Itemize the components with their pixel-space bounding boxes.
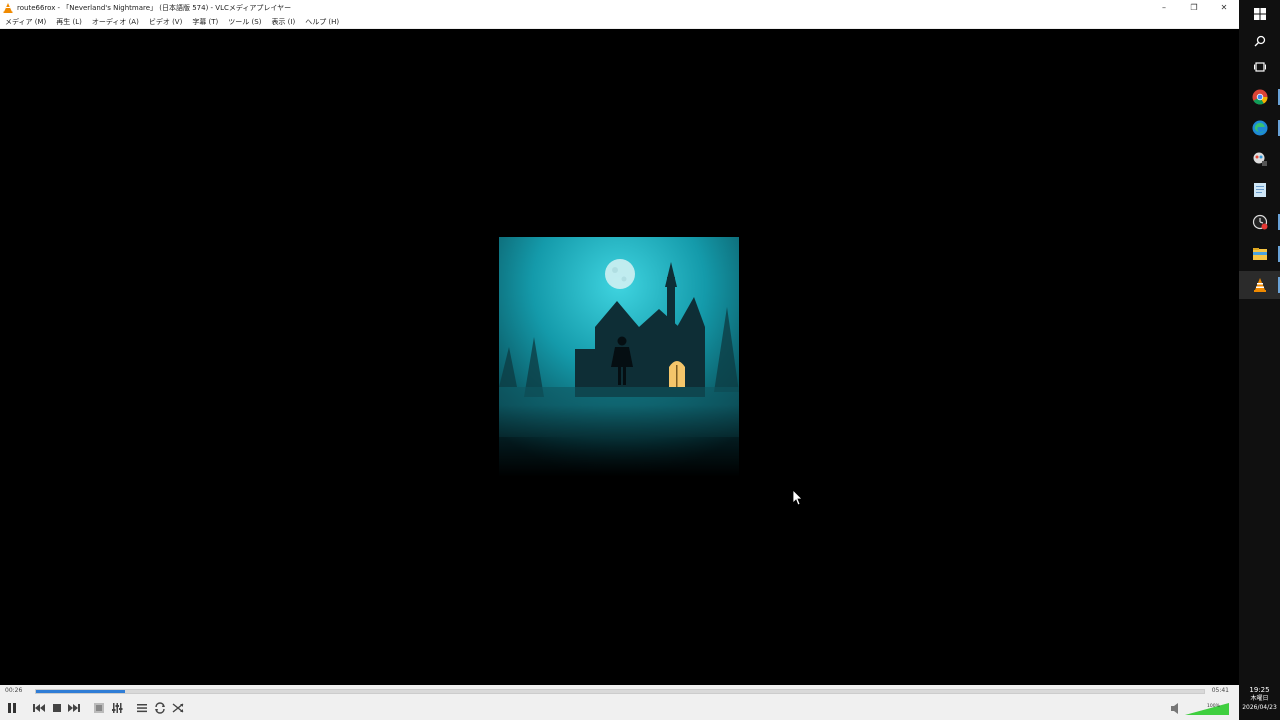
restore-button[interactable]: ❐	[1179, 0, 1209, 15]
pause-button[interactable]	[4, 700, 20, 716]
start-button[interactable]	[1239, 0, 1280, 28]
clock-app-icon	[1252, 214, 1267, 230]
menu-help[interactable]: ヘルプ (H)	[300, 17, 344, 27]
title-bar[interactable]: route66rox - 「Neverland's Nightmare」 (日本…	[0, 0, 1239, 15]
shuffle-button[interactable]	[170, 700, 186, 716]
taskbar-search[interactable]	[1239, 27, 1280, 55]
window-title: route66rox - 「Neverland's Nightmare」 (日本…	[17, 3, 292, 12]
prev-icon	[33, 704, 45, 712]
app-icon	[1253, 152, 1267, 166]
shuffle-icon	[172, 703, 184, 713]
windows-start-icon	[1253, 8, 1266, 20]
stop-button[interactable]	[49, 700, 65, 716]
menu-subtitle[interactable]: 字幕 (T)	[187, 17, 223, 27]
next-button[interactable]	[66, 700, 82, 716]
previous-button[interactable]	[31, 700, 47, 716]
video-area[interactable]	[0, 30, 1239, 685]
seek-row: 00:26 05:41	[0, 685, 1239, 697]
current-time: 00:26	[5, 687, 23, 694]
menu-bar: メディア (M) 再生 (L) オーディオ (A) ビデオ (V) 字幕 (T)…	[0, 15, 1239, 29]
stop-icon	[53, 704, 61, 712]
playlist-button[interactable]	[134, 700, 150, 716]
menu-tools[interactable]: ツール (S)	[223, 17, 266, 27]
taskbar-notepad[interactable]	[1239, 176, 1280, 204]
extended-settings-button[interactable]	[109, 700, 125, 716]
taskbar-vlc[interactable]	[1239, 271, 1280, 299]
edge-icon	[1252, 120, 1267, 136]
fullscreen-button[interactable]	[91, 700, 107, 716]
window-controls: – ❐ ✕	[1149, 0, 1239, 15]
taskbar-clock-app[interactable]	[1239, 208, 1280, 236]
search-icon	[1254, 35, 1265, 47]
volume-control[interactable]: 100%	[1171, 701, 1231, 716]
menu-playback[interactable]: 再生 (L)	[51, 17, 87, 27]
taskbar-explorer[interactable]	[1239, 240, 1280, 268]
clock-time: 19:25	[1249, 686, 1270, 694]
total-time: 05:41	[1211, 687, 1229, 694]
volume-percent: 100%	[1207, 703, 1221, 709]
clock-date: 2026/04/23	[1242, 704, 1277, 711]
menu-audio[interactable]: オーディオ (A)	[87, 17, 144, 27]
extended-settings-icon	[112, 703, 123, 713]
chrome-icon	[1252, 89, 1268, 105]
vlc-icon	[3, 2, 13, 13]
task-view-icon	[1253, 62, 1266, 72]
fullscreen-icon	[94, 703, 104, 713]
playlist-icon	[137, 704, 147, 713]
vlc-window: route66rox - 「Neverland's Nightmare」 (日本…	[0, 0, 1239, 720]
taskbar-edge[interactable]	[1239, 114, 1280, 142]
album-art	[499, 237, 739, 477]
seek-bar[interactable]	[35, 689, 1205, 694]
close-button[interactable]: ✕	[1209, 0, 1239, 15]
control-bar: 100%	[0, 697, 1239, 720]
taskbar: 19:25 木曜日 2026/04/23	[1239, 0, 1280, 720]
system-clock[interactable]: 19:25 木曜日 2026/04/23	[1239, 686, 1280, 712]
loop-button[interactable]	[152, 700, 168, 716]
taskbar-chrome[interactable]	[1239, 83, 1280, 111]
minimize-button[interactable]: –	[1149, 0, 1179, 15]
pause-icon	[8, 703, 16, 713]
mouse-cursor-icon	[793, 490, 803, 506]
clock-weekday: 木曜日	[1250, 695, 1269, 702]
seek-progress	[36, 690, 125, 693]
menu-view[interactable]: 表示 (I)	[266, 17, 300, 27]
notepad-icon	[1253, 183, 1266, 197]
task-view-button[interactable]	[1239, 53, 1280, 81]
loop-icon	[155, 702, 165, 714]
menu-video[interactable]: ビデオ (V)	[144, 17, 187, 27]
taskbar-app[interactable]	[1239, 145, 1280, 173]
file-explorer-icon	[1252, 248, 1267, 260]
speaker-icon	[1171, 703, 1178, 714]
menu-media[interactable]: メディア (M)	[0, 17, 51, 27]
next-icon	[68, 704, 80, 712]
vlc-icon	[1253, 278, 1266, 292]
